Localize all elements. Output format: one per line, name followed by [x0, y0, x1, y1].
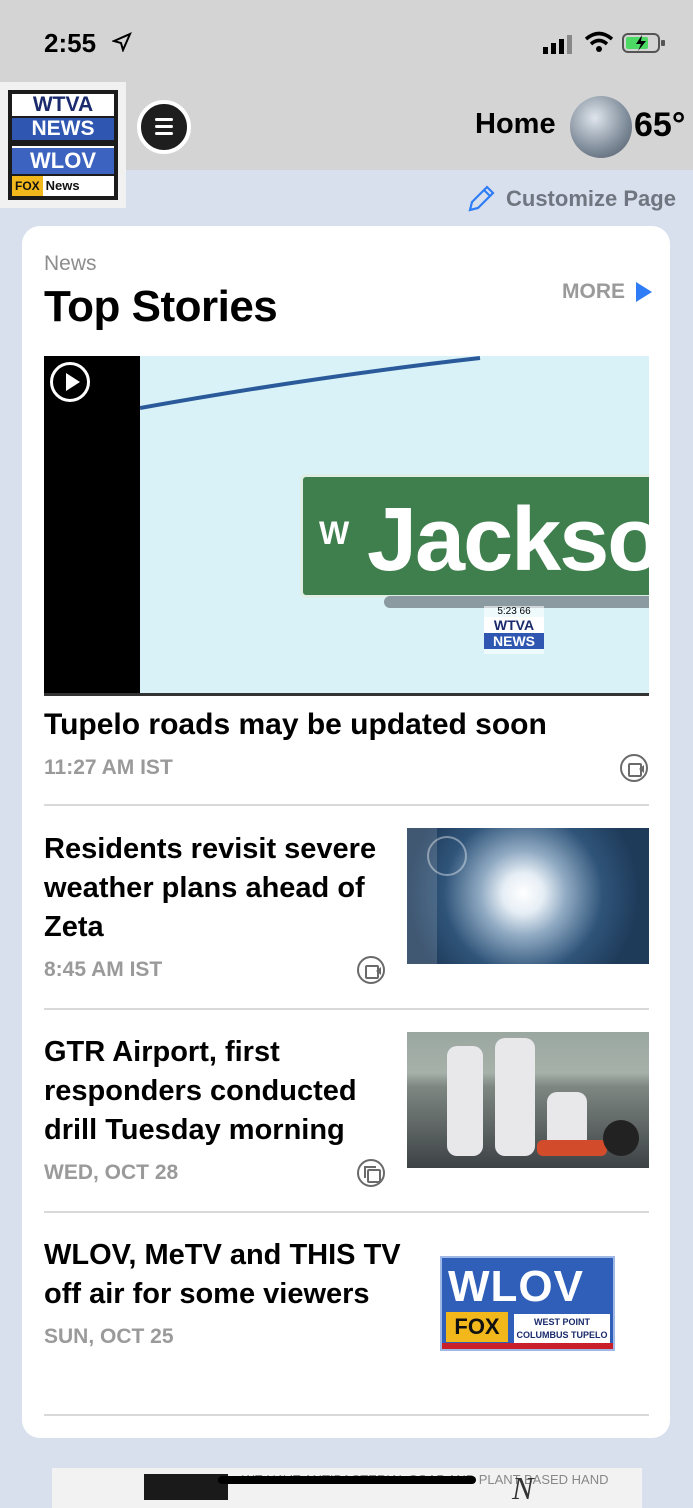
location-arrow-icon: [112, 32, 132, 52]
home-label[interactable]: Home: [475, 108, 556, 141]
weather-cloudy-icon[interactable]: [570, 96, 632, 158]
station-bug: 5:23 66 WTVA NEWS: [484, 606, 544, 654]
ad-script: N: [512, 1470, 534, 1506]
play-triangle-icon: [636, 282, 652, 302]
customize-page-button[interactable]: Customize Page: [466, 183, 676, 215]
more-button[interactable]: MORE: [562, 280, 653, 304]
story-thumbnail[interactable]: [407, 828, 649, 964]
wifi-icon: [584, 31, 614, 52]
story-time: SUN, OCT 25: [44, 1325, 174, 1348]
video-icon: [357, 956, 385, 984]
sign-prefix: W: [319, 515, 350, 551]
station-logo[interactable]: WTVA NEWS WLOV FOX News: [0, 82, 126, 208]
hero-story-time: 11:27 AM IST: [44, 756, 173, 779]
video-progress-bar: [44, 693, 649, 696]
wlov-logo-thumbnail[interactable]: WLOV FOX WEST POINT COLUMBUS TUPELO: [440, 1256, 615, 1351]
logo-text-wlov: WLOV: [12, 146, 114, 174]
divider: [44, 1414, 649, 1416]
wlov-logo-text: WLOV: [448, 1262, 584, 1311]
logo-text-fox: FOX: [12, 176, 43, 196]
story-title[interactable]: WLOV, MeTV and THIS TV off air for some …: [44, 1236, 404, 1314]
logo-text-fox-news: News: [42, 176, 114, 196]
top-stories-card: News Top Stories MORE W Jackson 5:23 66 …: [22, 226, 670, 1438]
gallery-icon: [357, 1159, 385, 1187]
ad-banner[interactable]: WE HAVE ANTIBACTERIAL SOAP AND PLANT BAS…: [52, 1468, 642, 1508]
battery-charging-icon: [622, 33, 665, 53]
logo-text-wtva: WTVA: [12, 94, 114, 116]
story-title[interactable]: Residents revisit severe weather plans a…: [44, 830, 384, 947]
hero-story-title[interactable]: Tupelo roads may be updated soon: [44, 708, 547, 742]
section-label: News: [44, 252, 97, 275]
divider: [44, 1008, 649, 1010]
status-bar: 2:55: [0, 0, 693, 86]
video-icon: [620, 754, 648, 782]
hamburger-icon: [155, 118, 173, 121]
hero-video-thumbnail[interactable]: W Jackson 5:23 66 WTVA NEWS: [44, 356, 649, 695]
sign-text: Jackson: [367, 490, 649, 590]
story-time: 8:45 AM IST: [44, 958, 163, 981]
story-thumbnail[interactable]: [407, 1032, 649, 1168]
pencil-icon: [468, 185, 495, 212]
wlov-logo-cities: WEST POINT COLUMBUS TUPELO: [514, 1314, 610, 1344]
more-label: MORE: [562, 280, 625, 303]
customize-page-label: Customize Page: [506, 186, 676, 211]
story-title[interactable]: GTR Airport, first responders conducted …: [44, 1033, 384, 1150]
wlov-logo-fox: FOX: [446, 1312, 508, 1342]
status-time: 2:55: [44, 28, 97, 58]
play-icon[interactable]: [50, 362, 90, 402]
menu-button[interactable]: [137, 100, 191, 154]
divider: [44, 804, 649, 806]
street-sign: W Jackson: [300, 474, 649, 598]
story-time: WED, OCT 28: [44, 1161, 179, 1184]
divider: [44, 1211, 649, 1213]
logo-text-news: NEWS: [12, 118, 114, 140]
cellular-signal-icon: [543, 35, 572, 54]
section-title: Top Stories: [44, 282, 278, 331]
temperature-readout[interactable]: 65°: [634, 106, 685, 145]
home-indicator[interactable]: [218, 1476, 476, 1484]
